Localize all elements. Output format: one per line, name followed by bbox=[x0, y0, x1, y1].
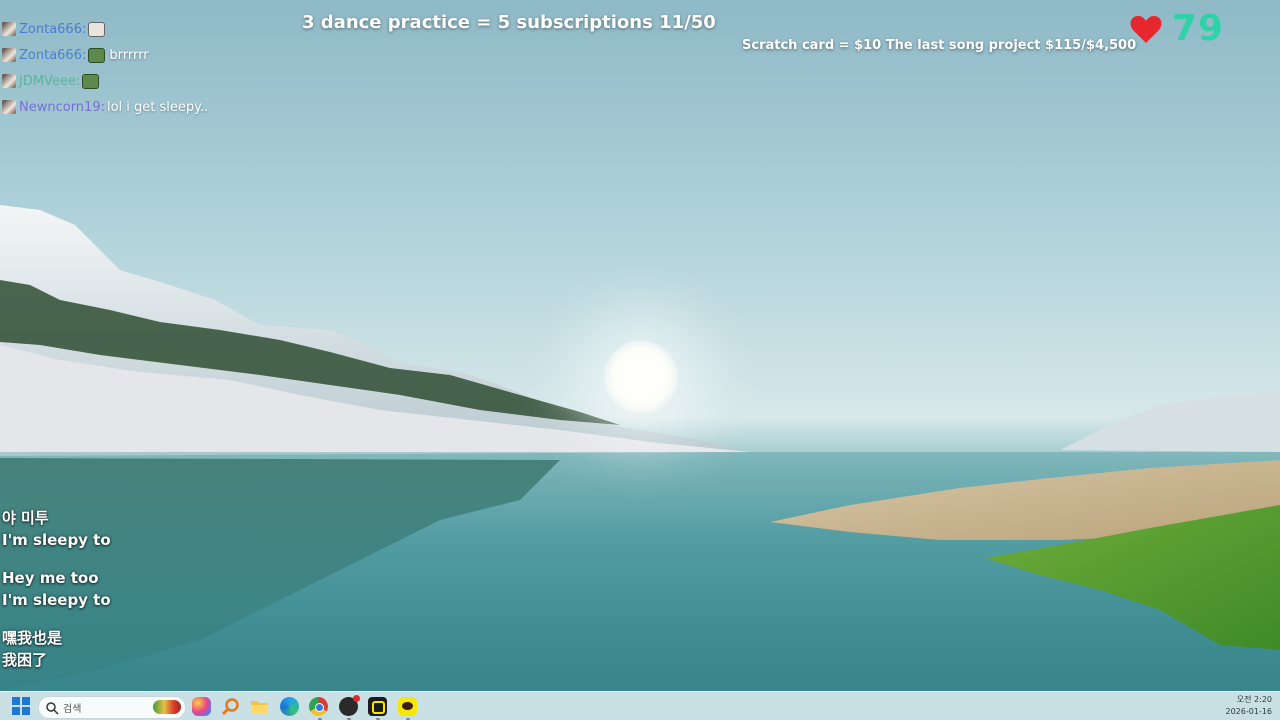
chat-username: JDMVeee bbox=[19, 73, 76, 89]
user-avatar-icon bbox=[2, 22, 16, 36]
taskbar: 검색 오전 2:20 2026-01-16 bbox=[0, 691, 1280, 720]
chat-separator: : bbox=[100, 99, 105, 115]
subtitle-line: 嘿我也是 bbox=[2, 629, 63, 647]
chat-separator: : bbox=[81, 21, 87, 37]
subtitle-line: 我困了 bbox=[2, 651, 48, 669]
chat-message: Zonta666 : bbox=[2, 16, 208, 42]
chat-separator: : bbox=[81, 47, 87, 63]
search-highlight-icon bbox=[153, 700, 181, 714]
heart-counter: 79 bbox=[1130, 8, 1224, 49]
desktop-wallpaper: Zonta666 : Zonta666 : brrrrrr JDMVeee : … bbox=[0, 0, 1280, 720]
search-placeholder: 검색 bbox=[63, 704, 82, 715]
chat-username: Newncorn19 bbox=[19, 99, 101, 115]
heart-count: 79 bbox=[1172, 8, 1225, 49]
subtitle-line: I'm sleepy to bbox=[2, 591, 111, 609]
heart-icon bbox=[1130, 15, 1162, 43]
frog-emote-icon bbox=[82, 73, 100, 89]
file-explorer-icon[interactable] bbox=[250, 697, 269, 716]
chat-username: Zonta666 bbox=[19, 47, 82, 63]
subtitle-line: Hey me too bbox=[2, 569, 99, 587]
search-app-icon[interactable] bbox=[221, 697, 240, 716]
chat-separator: : bbox=[75, 73, 81, 89]
subtitle-panel: 야 미투 I'm sleepy to Hey me too I'm sleepy… bbox=[2, 507, 302, 671]
chat-text: lol i get sleepy.. bbox=[106, 99, 209, 115]
chat-message: JDMVeee : bbox=[2, 68, 208, 94]
chat-message: Newncorn19 : lol i get sleepy.. bbox=[2, 94, 208, 120]
chat-message: Zonta666 : brrrrrr bbox=[2, 42, 208, 68]
frog-emote-icon bbox=[88, 47, 106, 63]
windows-start-icon[interactable] bbox=[12, 697, 30, 715]
subtitle-line: I'm sleepy to bbox=[2, 531, 111, 549]
dance-goal-text: 3 dance practice = 5 subscriptions 11/50 bbox=[302, 12, 716, 33]
kakao-app-icon[interactable] bbox=[368, 697, 387, 716]
copilot-icon[interactable] bbox=[192, 697, 211, 716]
search-icon bbox=[46, 701, 59, 715]
edge-icon[interactable] bbox=[280, 697, 299, 716]
user-avatar-icon bbox=[2, 100, 16, 114]
chat-text: brrrrrr bbox=[109, 47, 149, 63]
obs-icon[interactable] bbox=[339, 695, 360, 716]
user-avatar-icon bbox=[2, 48, 16, 62]
kakaotalk-icon[interactable] bbox=[398, 697, 417, 716]
chrome-icon[interactable] bbox=[309, 697, 328, 716]
sun-glow bbox=[604, 340, 678, 414]
cat-emote-icon bbox=[88, 21, 106, 37]
stream-chat: Zonta666 : Zonta666 : brrrrrr JDMVeee : … bbox=[2, 16, 208, 120]
user-avatar-icon bbox=[2, 74, 16, 88]
chat-username: Zonta666 bbox=[19, 21, 82, 37]
taskbar-search-input[interactable]: 검색 bbox=[38, 696, 186, 719]
clock-time: 오전 2:20 bbox=[1236, 695, 1272, 704]
subtitle-line: 야 미투 bbox=[2, 509, 49, 527]
donation-goal-text: Scratch card = $10 The last song project… bbox=[742, 38, 1137, 53]
clock-date: 2026-01-16 bbox=[1225, 707, 1273, 716]
system-clock[interactable]: 오전 2:20 2026-01-16 bbox=[1226, 694, 1273, 718]
